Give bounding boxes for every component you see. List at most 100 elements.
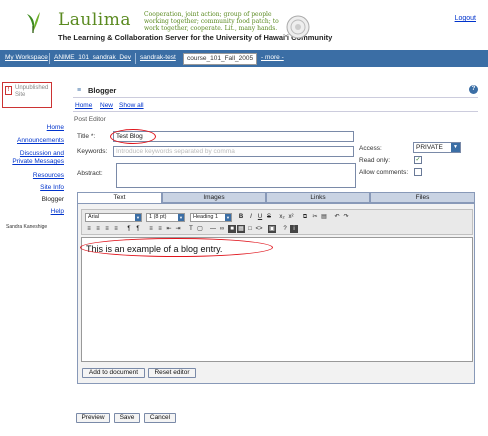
unpublished-label: Unpublished Site bbox=[15, 85, 49, 98]
ordered-list-icon[interactable]: ≡ bbox=[147, 225, 155, 233]
undo-icon[interactable]: ↶ bbox=[333, 213, 341, 221]
read-only-checkbox[interactable]: ✓ bbox=[414, 156, 422, 164]
image-icon[interactable]: ■ bbox=[228, 225, 236, 233]
tab-sandrak-test[interactable]: sandrak-test bbox=[137, 53, 179, 65]
redo-icon[interactable]: ↷ bbox=[342, 213, 350, 221]
sidebar-item-home[interactable]: Home bbox=[47, 124, 64, 132]
sidebar-item-blogger: Blogger bbox=[41, 196, 64, 203]
tab-more[interactable]: - more - bbox=[258, 53, 287, 65]
rtl-icon[interactable]: ¶ bbox=[134, 225, 142, 233]
access-label: Access: bbox=[359, 145, 382, 152]
format-value: Heading 1 bbox=[193, 214, 219, 220]
table-icon[interactable]: ▦ bbox=[237, 225, 245, 233]
underline-icon[interactable]: U bbox=[256, 213, 264, 221]
font-size-value: 1 (8 pt) bbox=[149, 214, 167, 220]
portlet-header: ≡ Blogger ? bbox=[73, 84, 478, 98]
tab-my-workspace[interactable]: My Workspace bbox=[2, 53, 51, 65]
sidebar-item-help[interactable]: Help bbox=[51, 208, 64, 216]
reset-editor-button[interactable]: Reset editor bbox=[148, 368, 196, 378]
tab-anime-101[interactable]: ANIME_101_sandrak_Dev bbox=[51, 53, 134, 65]
ltr-icon[interactable]: ¶ bbox=[125, 225, 133, 233]
link-icon[interactable]: ∞ bbox=[218, 225, 226, 233]
abstract-textarea[interactable] bbox=[116, 163, 356, 188]
action-show-all-link[interactable]: Show all bbox=[119, 102, 144, 109]
sidebar-item-resources[interactable]: Resources bbox=[33, 172, 64, 180]
tab-separator bbox=[135, 53, 136, 64]
about-icon[interactable]: i bbox=[290, 225, 298, 233]
sidebar-item-site-info[interactable]: Site Info bbox=[40, 184, 64, 192]
chevron-down-icon: ▼ bbox=[135, 214, 141, 221]
horizontal-rule-icon[interactable]: — bbox=[209, 225, 217, 233]
italic-icon[interactable]: I bbox=[247, 213, 255, 221]
subscript-icon[interactable]: x₂ bbox=[278, 213, 286, 221]
justify-icon[interactable]: ≡ bbox=[112, 225, 120, 233]
allow-comments-checkbox[interactable] bbox=[414, 168, 422, 176]
warning-icon: ! bbox=[5, 86, 12, 95]
font-family-select[interactable]: Arial ▼ bbox=[85, 213, 142, 222]
access-value: PRIVATE bbox=[416, 144, 443, 151]
align-left-icon[interactable]: ≡ bbox=[85, 225, 93, 233]
cancel-button[interactable]: Cancel bbox=[144, 413, 176, 423]
title-input[interactable]: Test Blog bbox=[113, 131, 354, 142]
tab-course-101[interactable]: course_101_Fall_2005 bbox=[183, 53, 258, 65]
align-right-icon[interactable]: ≡ bbox=[103, 225, 111, 233]
cut-icon[interactable]: ✂ bbox=[311, 213, 319, 221]
current-user-name: Sandra Kaneshige bbox=[6, 224, 48, 230]
align-center-icon[interactable]: ≡ bbox=[94, 225, 102, 233]
editor-content-area[interactable] bbox=[81, 237, 473, 362]
read-only-label: Read only: bbox=[359, 157, 391, 164]
title-label: Title *: bbox=[77, 133, 96, 140]
access-select[interactable]: PRIVATE ▼ bbox=[413, 142, 461, 153]
fullscreen-icon[interactable]: ▣ bbox=[268, 225, 276, 233]
background-color-icon[interactable]: ▢ bbox=[196, 225, 204, 233]
help-icon[interactable]: ? bbox=[469, 85, 478, 94]
font-size-select[interactable]: 1 (8 pt) ▼ bbox=[146, 213, 185, 222]
tagline: Cooperation, joint action; group of peop… bbox=[144, 11, 279, 32]
special-char-icon[interactable]: □ bbox=[246, 225, 254, 233]
add-to-document-button[interactable]: Add to document bbox=[82, 368, 145, 378]
laulima-logo-text: Laulima bbox=[58, 10, 132, 30]
abstract-label: Abstract: bbox=[77, 170, 103, 177]
text-color-icon[interactable]: T bbox=[187, 225, 195, 233]
action-home-link[interactable]: Home bbox=[75, 102, 92, 109]
copy-icon[interactable]: ⧉ bbox=[301, 213, 309, 221]
preview-button[interactable]: Preview bbox=[76, 413, 110, 423]
action-new-link[interactable]: New bbox=[100, 102, 113, 109]
portlet-title: Blogger bbox=[88, 86, 117, 95]
tab-images[interactable]: Images bbox=[162, 192, 266, 203]
site-header: Laulima Cooperation, joint action; group… bbox=[0, 0, 488, 48]
keywords-input[interactable]: Introduce keywords separated by comma bbox=[113, 146, 354, 157]
tab-separator bbox=[49, 53, 50, 64]
tab-links[interactable]: Links bbox=[266, 192, 370, 203]
site-tab-bar: My Workspace ANIME_101_sandrak_Dev sandr… bbox=[0, 50, 488, 67]
paste-icon[interactable]: ▤ bbox=[320, 213, 328, 221]
html-source-icon[interactable]: <> bbox=[255, 225, 263, 233]
sidebar-item-announcements[interactable]: Announcements bbox=[17, 137, 64, 145]
unpublished-site-notice: ! Unpublished Site bbox=[2, 82, 52, 108]
indent-icon[interactable]: ⇥ bbox=[174, 225, 182, 233]
unordered-list-icon[interactable]: ≡ bbox=[156, 225, 164, 233]
sidebar-item-discussion[interactable]: Discussion and Private Messages bbox=[4, 150, 64, 166]
editor-toolbar: Arial ▼ 1 (8 pt) ▼ Heading 1 ▼ B I U S x… bbox=[81, 209, 473, 235]
font-family-value: Arial bbox=[88, 214, 100, 220]
superscript-icon[interactable]: x² bbox=[287, 213, 295, 221]
tab-files[interactable]: Files bbox=[370, 192, 475, 203]
laulima-leaf-icon bbox=[27, 12, 40, 33]
format-select[interactable]: Heading 1 ▼ bbox=[190, 213, 232, 222]
portlet-menu-icon[interactable]: ≡ bbox=[77, 87, 81, 94]
action-bar: Home New Show all bbox=[73, 101, 478, 112]
editor-content-text: This is an example of a blog entry. bbox=[86, 244, 223, 254]
university-seal-icon bbox=[286, 15, 310, 39]
bold-icon[interactable]: B bbox=[237, 213, 245, 221]
keywords-label: Keywords: bbox=[77, 148, 108, 155]
outdent-icon[interactable]: ⇤ bbox=[165, 225, 173, 233]
help-question-icon[interactable]: ? bbox=[281, 225, 289, 233]
logout-link[interactable]: Logout bbox=[455, 15, 476, 22]
chevron-down-icon: ▼ bbox=[225, 214, 231, 221]
chevron-down-icon: ▼ bbox=[451, 143, 460, 152]
allow-comments-label: Allow comments: bbox=[359, 169, 409, 176]
section-heading: Post Editor bbox=[74, 116, 106, 123]
save-button[interactable]: Save bbox=[114, 413, 140, 423]
chevron-down-icon: ▼ bbox=[178, 214, 184, 221]
strikethrough-icon[interactable]: S bbox=[265, 213, 273, 221]
